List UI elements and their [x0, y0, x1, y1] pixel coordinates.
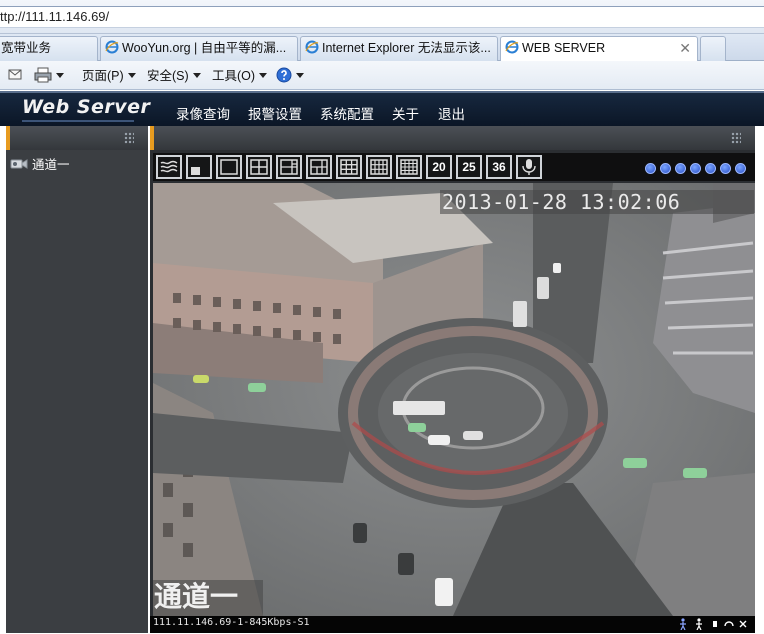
video-panel-header	[150, 126, 755, 150]
channel-label: 通道一	[32, 158, 70, 172]
drag-handle-icon[interactable]	[124, 132, 134, 144]
tab-wooyun[interactable]: WooYun.org | 自由平等的漏...	[100, 36, 298, 61]
nav-logout[interactable]: 退出	[438, 103, 465, 123]
close-icon[interactable]	[738, 618, 748, 630]
mail-icon[interactable]	[8, 67, 22, 85]
ie-icon	[105, 40, 119, 54]
chevron-down-icon	[56, 73, 64, 78]
close-tab-icon[interactable]: ✕	[679, 37, 691, 60]
tab-web-server[interactable]: WEB SERVER ✕	[500, 36, 698, 62]
layout-pip-button[interactable]	[186, 155, 212, 179]
ptz-up-icon[interactable]	[660, 163, 671, 174]
audio-icon	[724, 618, 734, 630]
ptz-focus-icon[interactable]	[720, 163, 731, 174]
tab-broadband[interactable]: 宽带业务	[0, 36, 98, 61]
help-icon	[276, 67, 292, 83]
nav-system-config[interactable]: 系统配置	[320, 103, 374, 123]
camera-icon	[10, 159, 28, 169]
command-bar: 页面(P) 安全(S) 工具(O)	[0, 61, 764, 90]
layout-4-button[interactable]	[246, 155, 272, 179]
nav-alarm-settings[interactable]: 报警设置	[248, 103, 302, 123]
address-bar: ttp://111.11.146.69/	[0, 0, 764, 34]
layout-13-button[interactable]	[366, 155, 392, 179]
tab-label: Internet Explorer 无法显示该...	[322, 41, 491, 55]
help-button[interactable]	[276, 67, 304, 85]
microphone-icon	[522, 159, 536, 175]
layout-36-button[interactable]: 36	[486, 155, 512, 179]
chevron-down-icon	[192, 73, 201, 78]
video-timestamp: 2013-01-28 13:02:06	[440, 190, 754, 214]
tab-label: 宽带业务	[1, 41, 52, 55]
channel-panel-header	[6, 126, 148, 150]
printer-icon	[34, 67, 52, 83]
ie-icon	[305, 40, 319, 54]
layout-25-button[interactable]: 25	[456, 155, 482, 179]
layout-9-button[interactable]	[336, 155, 362, 179]
talk-button[interactable]	[516, 155, 542, 179]
layout-1-button[interactable]	[216, 155, 242, 179]
menu-safety[interactable]: 安全(S)	[147, 67, 201, 85]
ptz-down-icon[interactable]	[690, 163, 701, 174]
camera-feed-image	[153, 183, 755, 616]
ptz-menu-icon[interactable]	[735, 163, 746, 174]
nav-recording-query[interactable]: 录像查询	[176, 103, 230, 123]
ptz-right-icon[interactable]	[675, 163, 686, 174]
ptz-zoom-icon[interactable]	[705, 163, 716, 174]
drag-handle-icon[interactable]	[731, 132, 741, 144]
print-button[interactable]	[34, 67, 64, 85]
app-header: Web Server 录像查询 报警设置 系统配置 关于 退出	[0, 91, 764, 126]
layout-6-button[interactable]	[276, 155, 302, 179]
menu-page[interactable]: 页面(P)	[82, 67, 136, 85]
chevron-down-icon	[127, 73, 136, 78]
ptz-left-icon[interactable]	[645, 163, 656, 174]
tab-label: WEB SERVER	[522, 41, 606, 55]
layout-toolbar: 20 25 36	[153, 153, 755, 181]
channel-tree-item[interactable]: 通道一	[10, 154, 70, 173]
menu-tools[interactable]: 工具(O)	[212, 67, 268, 85]
logo-underline	[22, 120, 134, 122]
layout-8-button[interactable]	[306, 155, 332, 179]
motion-icon	[694, 618, 704, 631]
video-channel-overlay: 通道一	[153, 580, 263, 616]
channel-panel: 通道一	[6, 126, 148, 633]
address-input[interactable]: ttp://111.11.146.69/	[0, 6, 764, 28]
hide-video-button[interactable]	[156, 155, 182, 179]
record-icon	[710, 618, 720, 630]
ie-icon	[505, 40, 519, 54]
video-status-bar: 111.11.146.69-1-845Kbps-S1	[150, 616, 755, 633]
new-tab-button[interactable]	[700, 36, 726, 61]
stream-info: 111.11.146.69-1-845Kbps-S1	[153, 617, 310, 628]
chevron-down-icon	[259, 73, 268, 78]
layout-20-button[interactable]: 20	[426, 155, 452, 179]
person-icon	[678, 618, 688, 631]
app-logo: Web Server	[22, 96, 151, 118]
tab-bar: 宽带业务 WooYun.org | 自由平等的漏... Internet Exp…	[0, 34, 764, 62]
tab-label: WooYun.org | 自由平等的漏...	[122, 41, 287, 55]
live-video[interactable]	[153, 183, 755, 616]
nav-about[interactable]: 关于	[392, 103, 419, 123]
tab-ie-error[interactable]: Internet Explorer 无法显示该...	[300, 36, 498, 61]
layout-16-button[interactable]	[396, 155, 422, 179]
chevron-down-icon	[296, 73, 304, 78]
